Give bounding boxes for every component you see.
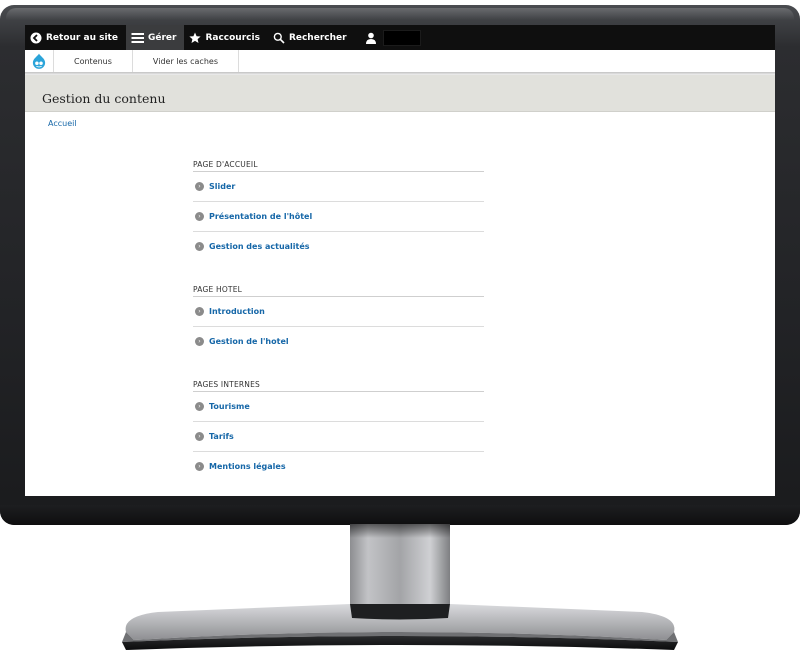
admin-toolbar: Retour au site Gérer Raccourcis Recherch… xyxy=(25,25,775,50)
circle-arrow-right-icon: › xyxy=(195,212,204,221)
monitor-stand-shadow xyxy=(350,524,450,538)
back-to-site-label: Retour au site xyxy=(46,32,118,43)
circle-arrow-right-icon: › xyxy=(195,337,204,346)
item-link[interactable]: Présentation de l'hôtel xyxy=(209,212,312,221)
item-link[interactable]: Tourisme xyxy=(209,402,250,411)
drupal-drop-icon[interactable] xyxy=(25,50,54,72)
item-link[interactable]: Slider xyxy=(209,182,235,191)
page-title: Gestion du contenu xyxy=(42,91,166,106)
list-item[interactable]: › Présentation de l'hôtel xyxy=(193,202,484,232)
section-title: PAGE HOTEL xyxy=(193,284,484,297)
hamburger-menu-icon xyxy=(131,32,144,43)
circle-arrow-right-icon: › xyxy=(195,182,204,191)
user-name-redacted xyxy=(382,29,421,46)
section-page-accueil: PAGE D'ACCUEIL › Slider › Présentation d… xyxy=(193,159,484,261)
search-button[interactable]: Rechercher xyxy=(268,25,355,50)
shortcuts-label: Raccourcis xyxy=(205,32,260,43)
breadcrumb-home-link[interactable]: Accueil xyxy=(48,119,77,128)
bezel-bottom-edge xyxy=(0,505,800,525)
drupal-logo-svg xyxy=(32,53,46,69)
list-item[interactable]: › Mentions légales xyxy=(193,452,484,481)
list-item[interactable]: › Tourisme xyxy=(193,392,484,422)
circle-chevron-left-icon xyxy=(30,32,42,43)
circle-arrow-right-icon: › xyxy=(195,307,204,316)
user-icon xyxy=(365,32,376,44)
manage-button[interactable]: Gérer xyxy=(125,25,185,50)
circle-arrow-right-icon: › xyxy=(195,432,204,441)
section-pages-internes: PAGES INTERNES › Tourisme › Tarifs › Men… xyxy=(193,379,484,481)
circle-arrow-right-icon: › xyxy=(195,402,204,411)
item-link[interactable]: Gestion des actualités xyxy=(209,242,310,251)
manage-label: Gérer xyxy=(147,32,177,43)
tray-link-contenus[interactable]: Contenus xyxy=(54,50,133,72)
bezel-highlight xyxy=(6,8,794,20)
list-item[interactable]: › Slider xyxy=(193,172,484,202)
list-item[interactable]: › Introduction xyxy=(193,297,484,327)
user-menu-button[interactable] xyxy=(355,25,429,50)
star-icon xyxy=(189,32,202,43)
page-header: Gestion du contenu xyxy=(25,75,775,112)
circle-arrow-right-icon: › xyxy=(195,462,204,471)
magnifier-icon xyxy=(273,32,285,44)
item-link[interactable]: Mentions légales xyxy=(209,462,286,471)
item-link[interactable]: Tarifs xyxy=(209,432,234,441)
screen: Retour au site Gérer Raccourcis Recherch… xyxy=(25,25,775,496)
section-page-hotel: PAGE HOTEL › Introduction › Gestion de l… xyxy=(193,284,484,356)
shortcuts-button[interactable]: Raccourcis xyxy=(184,25,267,50)
monitor-stand-base xyxy=(122,604,678,650)
item-link[interactable]: Introduction xyxy=(209,307,265,316)
list-item[interactable]: › Gestion des actualités xyxy=(193,232,484,261)
list-item[interactable]: › Tarifs xyxy=(193,422,484,452)
item-link[interactable]: Gestion de l'hotel xyxy=(209,337,289,346)
section-title: PAGE D'ACCUEIL xyxy=(193,159,484,172)
section-title: PAGES INTERNES xyxy=(193,379,484,392)
toolbar-tray: Contenus Vider les caches xyxy=(25,50,775,73)
monitor-mockup: Retour au site Gérer Raccourcis Recherch… xyxy=(0,0,800,658)
back-to-site-button[interactable]: Retour au site xyxy=(25,25,126,50)
tray-link-clear-cache[interactable]: Vider les caches xyxy=(133,50,239,72)
search-label: Rechercher xyxy=(288,32,347,43)
circle-arrow-right-icon: › xyxy=(195,242,204,251)
list-item[interactable]: › Gestion de l'hotel xyxy=(193,327,484,356)
